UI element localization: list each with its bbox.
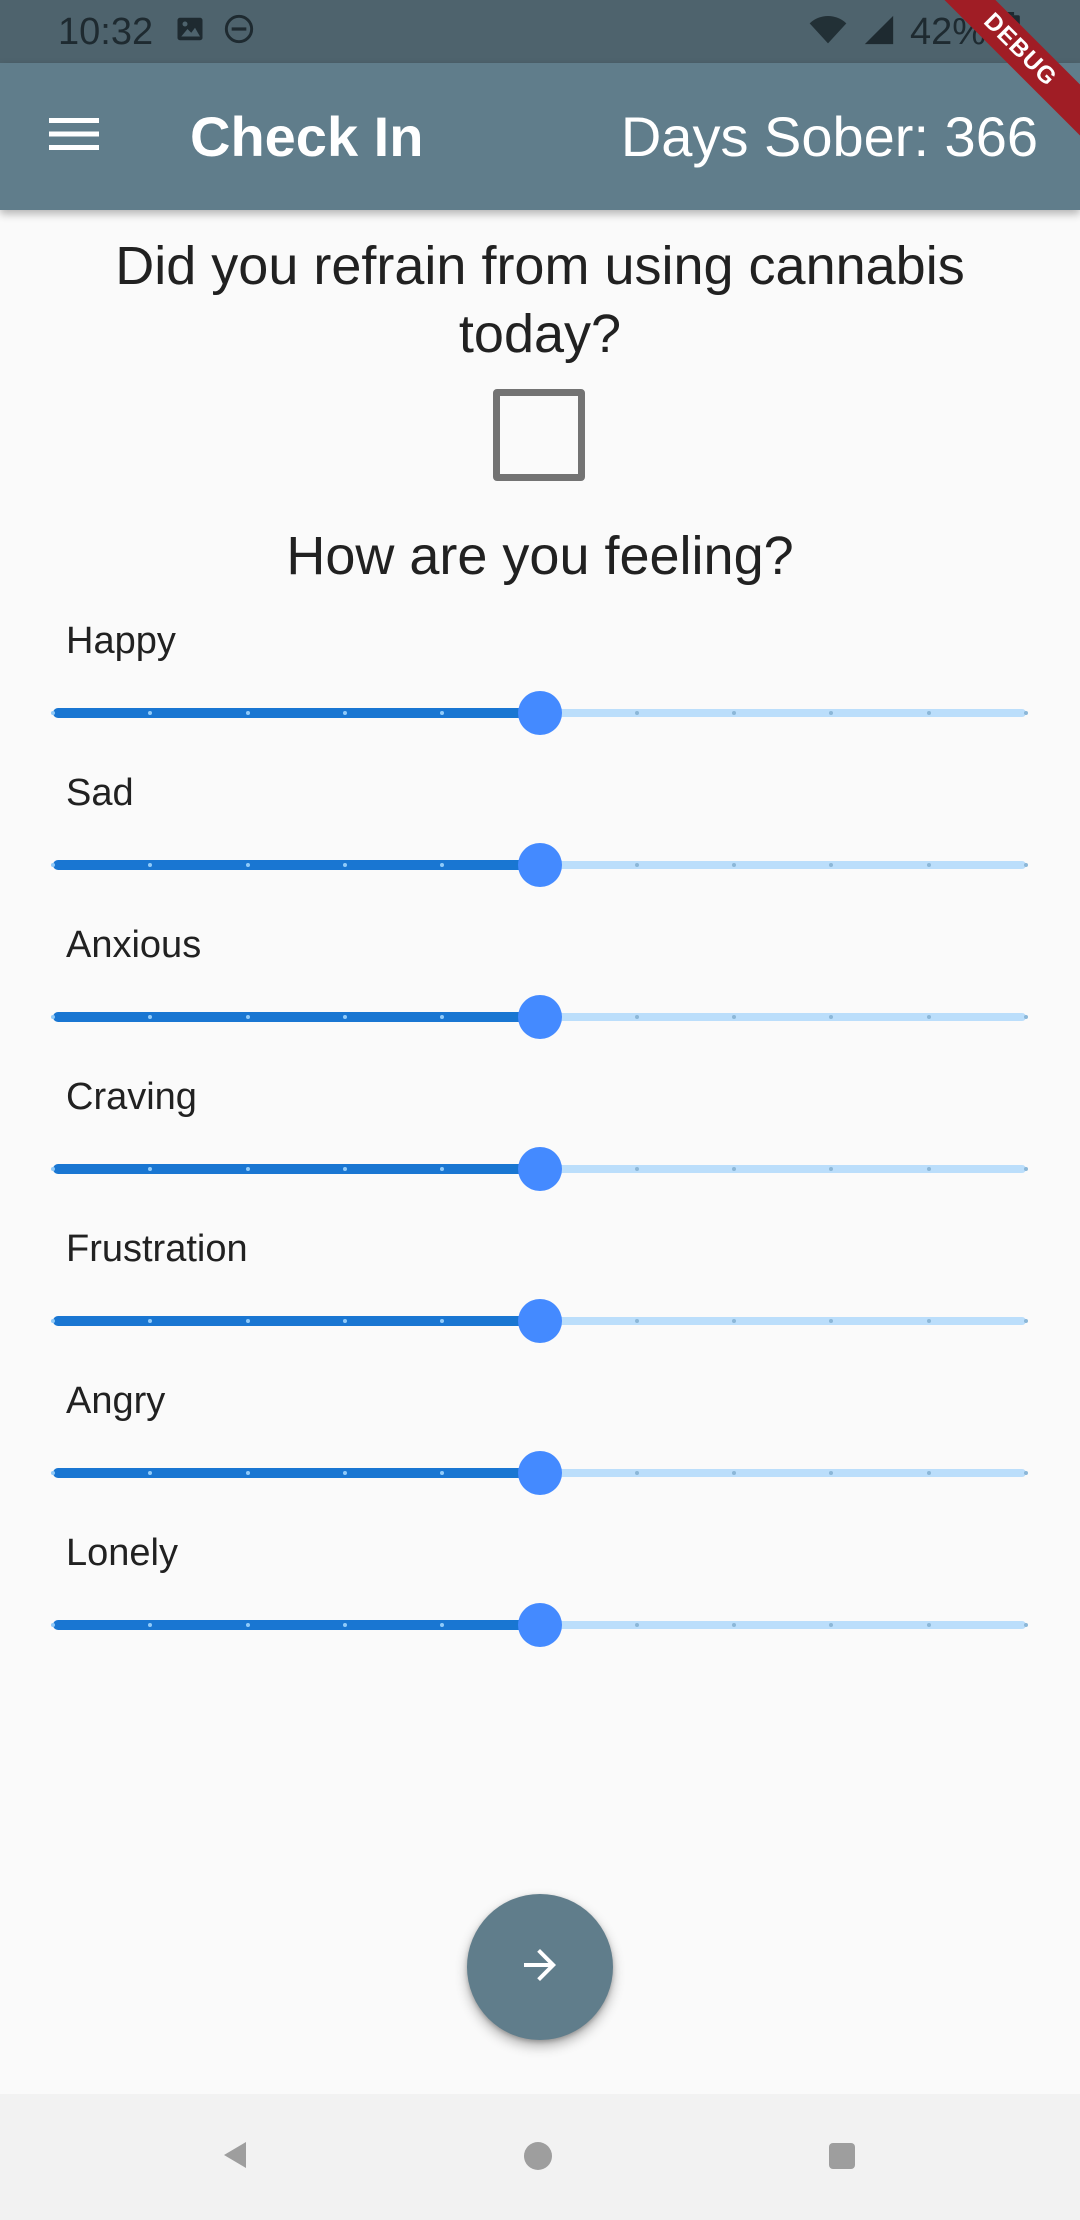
slider-thumb[interactable]: [517, 995, 562, 1039]
sad-slider[interactable]: [0, 827, 1080, 903]
slider-tick: [1024, 711, 1028, 715]
slider-tick: [926, 1015, 931, 1019]
slider-group-happy: Happy: [0, 617, 1080, 769]
slider-track-active: [53, 1012, 540, 1022]
slider-thumb[interactable]: [517, 843, 562, 887]
slider-group-lonely: Lonely: [0, 1529, 1080, 1681]
slider-tick: [926, 863, 931, 867]
slider-tick: [634, 1623, 639, 1627]
slider-tick: [926, 1471, 931, 1475]
cannabis-question: Did you refrain from using cannabis toda…: [115, 236, 965, 364]
slider-tick: [245, 1015, 250, 1019]
slider-track-active: [53, 860, 540, 870]
app-bar: Check In Days Sober: 366: [0, 63, 1080, 210]
status-bar: 10:32 42%: [0, 0, 1080, 63]
slider-tick: [634, 1319, 639, 1323]
slider-group-sad: Sad: [0, 769, 1080, 921]
wifi-icon: [808, 13, 848, 52]
slider-tick: [926, 1167, 931, 1171]
slider-tick: [342, 1015, 347, 1019]
status-notification-icons: [175, 14, 255, 48]
craving-slider[interactable]: [0, 1131, 1080, 1207]
image-icon: [175, 14, 205, 49]
slider-tick: [342, 1623, 347, 1627]
slider-label: Lonely: [66, 1532, 178, 1574]
feeling-heading: How are you feeling?: [286, 526, 794, 586]
slider-label: Anxious: [66, 924, 202, 966]
slider-tick: [51, 1015, 55, 1019]
slider-track-active: [53, 1620, 540, 1630]
home-icon[interactable]: [524, 2142, 552, 2170]
debug-banner: DEBUG: [920, 0, 1080, 160]
slider-thumb[interactable]: [517, 1299, 562, 1343]
slider-label: Happy: [66, 620, 176, 662]
slider-tick: [342, 1471, 347, 1475]
slider-tick: [926, 1319, 931, 1323]
recents-icon[interactable]: [829, 2143, 855, 2169]
slider-tick: [1024, 1471, 1028, 1475]
slider-tick: [1024, 863, 1028, 867]
back-icon[interactable]: [222, 2140, 248, 2170]
slider-thumb[interactable]: [517, 691, 562, 735]
refrained-checkbox[interactable]: [493, 389, 585, 481]
slider-tick: [634, 711, 639, 715]
slider-tick: [342, 1167, 347, 1171]
anxious-slider[interactable]: [0, 979, 1080, 1055]
slider-thumb[interactable]: [517, 1147, 562, 1191]
slider-tick: [634, 863, 639, 867]
slider-tick: [245, 1471, 250, 1475]
slider-track-active: [53, 1468, 540, 1478]
slider-tick: [51, 711, 55, 715]
happy-slider[interactable]: [0, 675, 1080, 751]
slider-tick: [1024, 1319, 1028, 1323]
slider-tick: [245, 863, 250, 867]
slider-tick: [1024, 1623, 1028, 1627]
slider-tick: [634, 1471, 639, 1475]
slider-tick: [342, 863, 347, 867]
slider-group-craving: Craving: [0, 1073, 1080, 1225]
slider-tick: [634, 1167, 639, 1171]
system-nav-bar: [0, 2094, 1080, 2220]
slider-tick: [926, 711, 931, 715]
slider-thumb[interactable]: [517, 1603, 562, 1647]
slider-group-angry: Angry: [0, 1377, 1080, 1529]
angry-slider[interactable]: [0, 1435, 1080, 1511]
slider-tick: [245, 1623, 250, 1627]
slider-tick: [51, 1167, 55, 1171]
slider-tick: [51, 1319, 55, 1323]
page-title: Check In: [190, 105, 424, 168]
slider-tick: [245, 711, 250, 715]
arrow-forward-icon: [516, 1941, 564, 1994]
slider-track-active: [53, 1164, 540, 1174]
slider-label: Angry: [66, 1380, 166, 1422]
do-not-disturb-icon: [223, 13, 255, 50]
slider-thumb[interactable]: [517, 1451, 562, 1495]
slider-tick: [634, 1015, 639, 1019]
slider-tick: [51, 863, 55, 867]
menu-icon: [49, 116, 99, 157]
slider-tick: [1024, 1167, 1028, 1171]
slider-tick: [51, 1623, 55, 1627]
frustration-slider[interactable]: [0, 1283, 1080, 1359]
slider-label: Craving: [66, 1076, 197, 1118]
slider-tick: [342, 711, 347, 715]
slider-tick: [245, 1319, 250, 1323]
slider-group-anxious: Anxious: [0, 921, 1080, 1073]
slider-tick: [342, 1319, 347, 1323]
next-button[interactable]: [467, 1894, 613, 2040]
signal-icon: [862, 13, 896, 52]
slider-tick: [245, 1167, 250, 1171]
menu-button[interactable]: [34, 101, 114, 171]
slider-label: Sad: [66, 772, 134, 814]
slider-tick: [1024, 1015, 1028, 1019]
debug-label: DEBUG: [929, 0, 1080, 141]
lonely-slider[interactable]: [0, 1587, 1080, 1663]
slider-track-active: [53, 708, 540, 718]
slider-group-frustration: Frustration: [0, 1225, 1080, 1377]
status-time: 10:32: [58, 11, 154, 53]
slider-label: Frustration: [66, 1228, 248, 1270]
slider-track-active: [53, 1316, 540, 1326]
slider-tick: [926, 1623, 931, 1627]
slider-tick: [51, 1471, 55, 1475]
